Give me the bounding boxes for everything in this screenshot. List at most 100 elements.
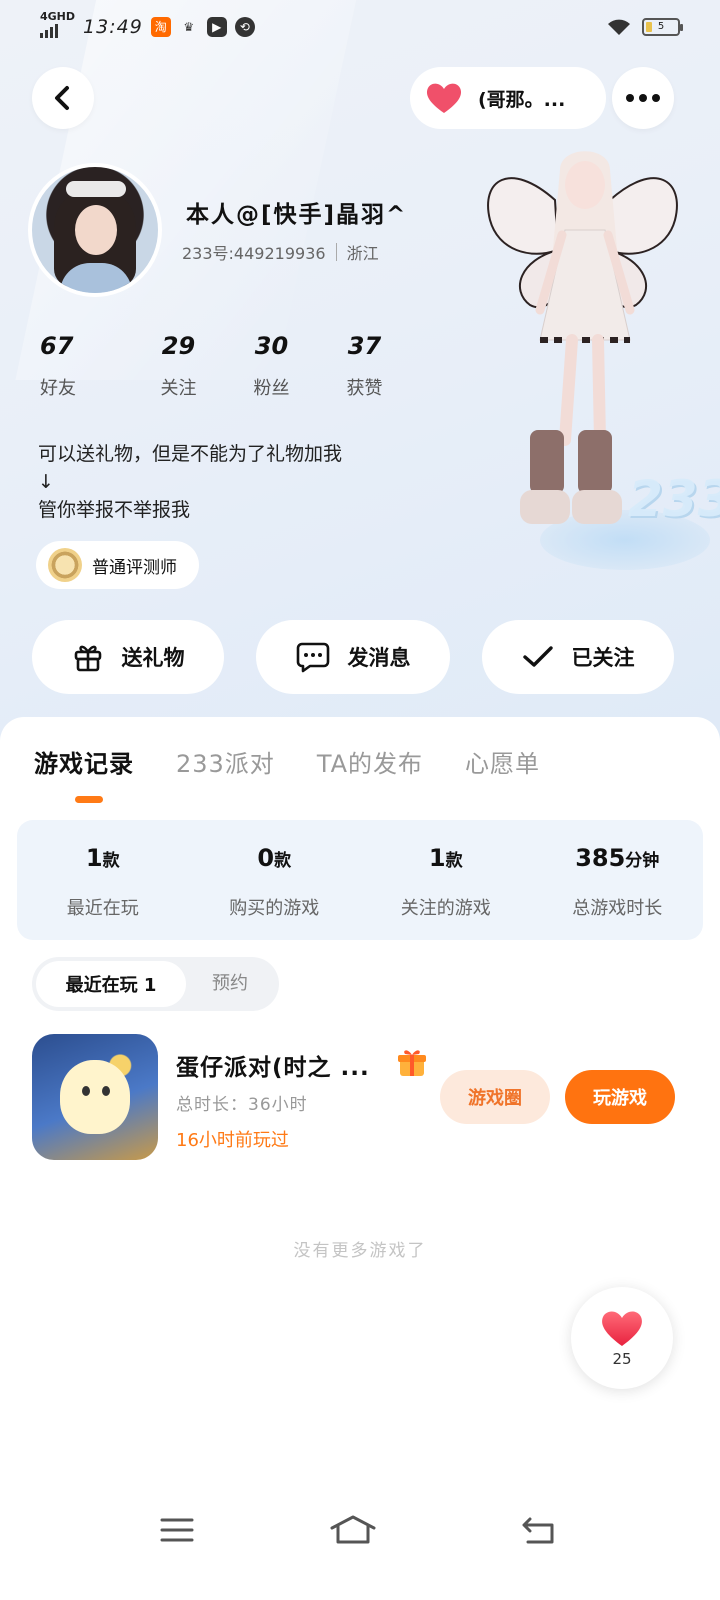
battery-icon: 5 [642, 18, 683, 36]
filter-reservations[interactable]: 预约 [212, 957, 248, 1011]
crown-notification-icon: ♛ [183, 20, 195, 34]
summary-unit: 款 [274, 851, 292, 871]
active-tab-indicator [75, 796, 103, 803]
game-community-button[interactable]: 游戏圈 [440, 1070, 550, 1124]
stat-likes[interactable]: 37 获赞 [318, 332, 411, 400]
summary-followed[interactable]: 1款 关注的游戏 [360, 820, 532, 940]
bio-line: 管你举报不举报我 [38, 499, 191, 521]
uid-row: 233号:449219936 浙江 [182, 240, 379, 264]
user-bio: 可以送礼物，但是不能为了礼物加我 ↓ 管你举报不举报我 [38, 440, 342, 524]
battery-level: 5 [657, 21, 665, 32]
user-name: 本人@[快手]晶羽^ [186, 202, 408, 228]
summary-value: 0 [257, 844, 275, 872]
gift-icon [74, 645, 101, 672]
more-options-button[interactable] [612, 67, 674, 129]
summary-value: 385 [575, 844, 626, 872]
stat-label: 好友 [40, 378, 76, 399]
stat-number: 29 [161, 332, 196, 360]
home-icon [330, 1515, 376, 1544]
chevron-left-icon [55, 86, 69, 110]
like-count: 25 [612, 1350, 632, 1368]
stat-number: 37 [347, 332, 382, 360]
game-list-item[interactable]: 蛋仔派对(时之 ... 总时长：36小时 16小时前玩过 游戏圈 玩游戏 [32, 1034, 692, 1162]
reviewer-badge[interactable]: 普通评测师 [36, 541, 199, 589]
character-avatar-3d[interactable] [470, 140, 700, 560]
chat-bubble-icon [296, 642, 329, 673]
network-type: 4GHD [40, 10, 76, 23]
system-navigation-bar [0, 1500, 720, 1560]
summary-label: 购买的游戏 [229, 898, 320, 919]
back-nav-button[interactable] [508, 1500, 568, 1560]
tab-wishlist[interactable]: 心愿单 [465, 744, 540, 779]
reviewer-badge-icon [48, 548, 82, 582]
game-title: 蛋仔派对(时之 ... [176, 1055, 370, 1081]
back-arrow-icon [522, 1517, 554, 1544]
clock: 13:49 [83, 16, 143, 38]
summary-value: 1 [428, 844, 446, 872]
more-dots-icon [626, 94, 660, 102]
tab-posts[interactable]: TA的发布 [317, 744, 423, 779]
summary-unit: 款 [445, 851, 463, 871]
summary-label: 最近在玩 [66, 898, 139, 919]
back-button[interactable] [32, 67, 94, 129]
heart-icon [426, 83, 462, 113]
stat-label: 获赞 [346, 378, 383, 399]
summary-value: 1 [85, 844, 103, 872]
stat-number: 67 [40, 332, 74, 360]
home-button[interactable] [323, 1500, 383, 1560]
media-notification-icon: ▶ [206, 17, 227, 37]
play-game-button[interactable]: 玩游戏 [565, 1070, 675, 1124]
profile-hero: 233 4GHD 13:49 淘 ♛ [0, 0, 720, 760]
tab-game-records[interactable]: 游戏记录 [34, 744, 134, 779]
stat-friends[interactable]: 67 好友 [40, 332, 132, 400]
status-bar: 4GHD 13:49 淘 ♛ ▶ ⟲ 5 [0, 0, 720, 54]
gift-box-icon[interactable] [396, 1046, 428, 1078]
divider [335, 243, 337, 261]
send-gift-button[interactable]: 送礼物 [32, 620, 224, 694]
stat-following[interactable]: 29 关注 [132, 332, 225, 400]
checkmark-icon [522, 646, 553, 667]
summary-unit: 款 [102, 851, 120, 871]
menu-icon [160, 1518, 194, 1542]
game-summary: 1款 最近在玩 0款 购买的游戏 1款 关注的游戏 385分钟 总游戏时长 [17, 820, 703, 940]
summary-label: 总游戏时长 [572, 898, 663, 919]
relation-pill[interactable]: (哥那。... [410, 67, 606, 129]
floating-like-button[interactable]: 25 [571, 1287, 673, 1389]
user-id[interactable]: 233号:449219936 [182, 240, 326, 264]
taobao-notification-icon: 淘 [150, 17, 171, 37]
send-message-button[interactable]: 发消息 [256, 620, 450, 694]
wifi-icon [608, 19, 630, 35]
summary-label: 关注的游戏 [400, 898, 491, 919]
summary-unit: 分钟 [625, 851, 660, 871]
summary-purchased[interactable]: 0款 购买的游戏 [189, 820, 361, 940]
menu-button[interactable] [147, 1500, 207, 1560]
stat-fans[interactable]: 30 粉丝 [225, 332, 318, 400]
game-list-filter: 最近在玩 1 预约 [32, 957, 279, 1011]
signal-icon: 4GHD [40, 11, 75, 43]
bio-line: 可以送礼物，但是不能为了礼物加我 [38, 443, 343, 465]
filter-recent-playing[interactable]: 最近在玩 1 [36, 961, 186, 1007]
relation-label: (哥那。... [478, 88, 566, 111]
tab-233-party[interactable]: 233派对 [176, 744, 275, 779]
stat-number: 30 [254, 332, 289, 360]
user-location: 浙江 [346, 244, 379, 263]
profile-tabs: 游戏记录 233派对 TA的发布 心愿单 [34, 744, 540, 779]
stat-label: 关注 [160, 378, 197, 399]
badge-label: 普通评测师 [92, 557, 177, 578]
no-more-games-note: 没有更多游戏了 [293, 1241, 427, 1261]
send-gift-label: 送礼物 [121, 646, 185, 670]
summary-total-time[interactable]: 385分钟 总游戏时长 [532, 820, 704, 940]
user-avatar[interactable] [28, 163, 162, 297]
profile-stats: 67 好友 29 关注 30 粉丝 37 获赞 [40, 332, 411, 400]
followed-button[interactable]: 已关注 [482, 620, 674, 694]
bio-line: ↓ [38, 471, 54, 493]
summary-recent[interactable]: 1款 最近在玩 [17, 820, 189, 940]
followed-label: 已关注 [571, 646, 635, 670]
game-playtime: 总时长：36小时 [176, 1095, 308, 1115]
action-row: 送礼物 发消息 已关注 [0, 620, 720, 694]
heart-icon [602, 1311, 642, 1346]
eggy-party-game-icon[interactable] [32, 1034, 158, 1160]
stat-label: 粉丝 [253, 378, 290, 399]
send-message-label: 发消息 [347, 646, 411, 670]
app-notification-icon: ⟲ [234, 17, 255, 37]
